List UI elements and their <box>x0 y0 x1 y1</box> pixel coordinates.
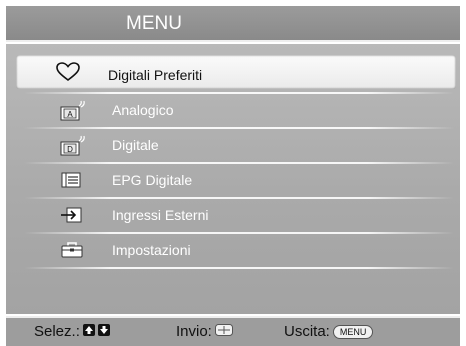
menu-key-icon: MENU <box>332 324 374 339</box>
footer-help-bar: Selez.: Invio: Uscita: MENU <box>6 316 460 346</box>
exit-hint-label: Uscita: <box>284 323 330 340</box>
svg-text:D: D <box>67 145 73 154</box>
up-arrow-icon <box>82 323 95 340</box>
enter-hint: Invio: <box>176 323 233 340</box>
divider <box>24 267 454 269</box>
enter-hint-label: Invio: <box>176 323 212 340</box>
heart-icon <box>56 62 80 82</box>
menu-item-label: Impostazioni <box>112 242 191 258</box>
menu-item-label: Ingressi Esterni <box>112 207 209 223</box>
toolbox-icon <box>60 240 84 260</box>
tv-menu-screen: MENU Digitali Preferiti A Analogico D Di… <box>0 0 466 346</box>
external-input-icon <box>60 205 84 225</box>
menu-title: MENU <box>126 13 182 34</box>
menu-item-label: EPG Digitale <box>112 172 193 188</box>
select-hint: Selez.: <box>34 323 110 340</box>
digital-tv-icon: D <box>60 135 85 156</box>
menu-item-label: Digitali Preferiti <box>108 67 203 83</box>
menu-item-digitale[interactable]: D Digitale <box>20 128 456 162</box>
down-arrow-icon <box>97 323 110 340</box>
enter-button-icon <box>214 323 233 340</box>
menu-title-bar: MENU <box>6 6 460 42</box>
svg-text:A: A <box>67 110 73 119</box>
menu-item-label: Analogico <box>112 102 174 118</box>
menu-item-digitali-preferiti[interactable]: Digitali Preferiti <box>16 55 456 89</box>
menu-panel: Digitali Preferiti A Analogico D Digital… <box>6 44 460 314</box>
menu-item-analogico[interactable]: A Analogico <box>20 93 456 127</box>
analog-tv-icon: A <box>60 100 85 121</box>
epg-list-icon <box>60 170 84 190</box>
menu-item-label: Digitale <box>112 137 159 153</box>
exit-hint: Uscita: MENU <box>284 323 374 340</box>
menu-item-impostazioni[interactable]: Impostazioni <box>20 233 456 267</box>
menu-item-epg-digitale[interactable]: EPG Digitale <box>20 163 456 197</box>
select-hint-label: Selez.: <box>34 323 80 340</box>
menu-item-ingressi-esterni[interactable]: Ingressi Esterni <box>20 198 456 232</box>
